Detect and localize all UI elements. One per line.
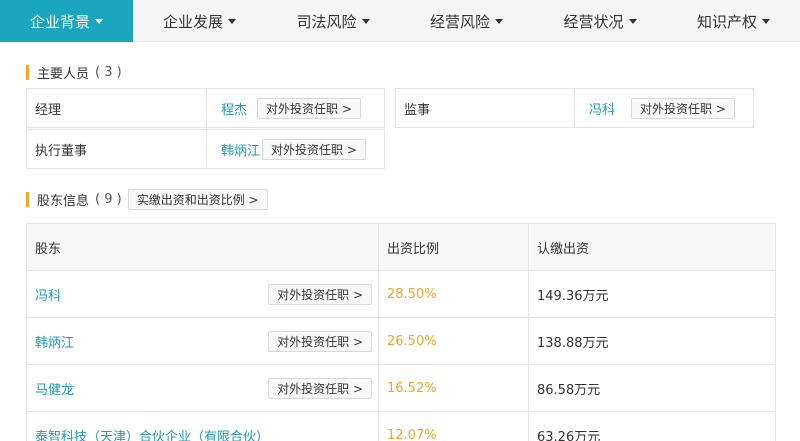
person-name[interactable]: 冯科 [589, 99, 615, 118]
person-card-supervisor: 监事 冯科 对外投资任职 > [395, 88, 754, 128]
caret-down-icon [628, 18, 637, 24]
outbound-investment-button[interactable]: 对外投资任职 > [268, 283, 372, 305]
tab-intellectual-property[interactable]: 知识产权 [667, 0, 800, 42]
outbound-investment-button[interactable]: 对外投资任职 > [631, 97, 735, 119]
shareholder-cell: 马健龙 对外投资任职 > [27, 365, 379, 411]
amount-cell: 138.88万元 [537, 335, 609, 351]
shareholder-name-link[interactable]: 泰智科技（天津）合伙企业（有限合伙） [35, 426, 269, 441]
outbound-investment-button[interactable]: 对外投资任职 > [262, 138, 366, 160]
amount-cell: 63.26万元 [537, 429, 601, 441]
person-name-link[interactable]: 程杰 对外投资任职 > [207, 89, 361, 127]
tab-operating-risk[interactable]: 经营风险 [400, 0, 533, 42]
outbound-investment-button[interactable]: 对外投资任职 > [268, 377, 372, 399]
column-header-shareholder: 股东 [27, 224, 379, 270]
ratio-cell: 28.50% [379, 271, 529, 317]
tab-label: 知识产权 [696, 12, 757, 31]
key-personnel-title: 主要人员 ( 3 ) [26, 63, 122, 82]
amount-cell: 149.36万元 [537, 288, 609, 304]
amount-cell: 86.58万元 [537, 382, 601, 398]
table-header-row: 股东 出资比例 认缴出资 [27, 224, 775, 271]
person-name[interactable]: 程杰 [221, 99, 247, 118]
table-row: 泰智科技（天津）合伙企业（有限合伙） 12.07% 63.26万元 [27, 412, 775, 441]
person-name-link[interactable]: 冯科 对外投资任职 > [575, 89, 735, 127]
section-count: ( 9 ) [95, 191, 122, 207]
shareholder-name-link[interactable]: 韩炳江 [35, 332, 74, 351]
person-role: 经理 [27, 89, 207, 127]
tab-judicial-risk[interactable]: 司法风险 [266, 0, 400, 42]
section-title-text: 主要人员 [37, 66, 90, 82]
section-count: ( 3 ) [95, 64, 122, 80]
shareholder-cell: 泰智科技（天津）合伙企业（有限合伙） [27, 412, 379, 441]
tab-label: 司法风险 [296, 12, 357, 31]
table-row: 韩炳江 对外投资任职 > 26.50% 138.88万元 [27, 318, 775, 365]
section-accent-bar [26, 64, 29, 80]
column-header-ratio: 出资比例 [379, 224, 529, 270]
outbound-investment-button[interactable]: 对外投资任职 > [257, 97, 361, 119]
person-role: 执行董事 [27, 130, 207, 168]
caret-down-icon [762, 18, 770, 24]
person-role: 监事 [396, 89, 575, 127]
person-card-manager: 经理 程杰 对外投资任职 > [26, 88, 385, 128]
caret-down-icon [95, 18, 103, 24]
shareholder-cell: 韩炳江 对外投资任职 > [27, 318, 379, 364]
shareholder-table: 股东 出资比例 认缴出资 冯科 对外投资任职 > 28.50% 149.36万元… [26, 223, 776, 441]
ratio-cell: 16.52% [379, 365, 529, 411]
shareholder-info-title: 股东信息 ( 9 ) 实缴出资和出资比例 > [26, 188, 268, 210]
caret-down-icon [228, 18, 236, 24]
shareholder-name-link[interactable]: 马健龙 [35, 379, 74, 398]
shareholder-cell: 冯科 对外投资任职 > [27, 271, 379, 317]
person-name[interactable]: 韩炳江 [221, 140, 260, 159]
ratio-cell: 12.07% [379, 412, 529, 441]
caret-down-icon [495, 18, 503, 24]
tab-enterprise-development[interactable]: 企业发展 [133, 0, 266, 42]
column-header-subscribed: 认缴出资 [537, 241, 590, 257]
table-row: 冯科 对外投资任职 > 28.50% 149.36万元 [27, 271, 775, 318]
top-nav: 企业背景 企业发展 司法风险 经营风险 经营状况 知识产权 [0, 0, 800, 42]
ratio-cell: 26.50% [379, 318, 529, 364]
shareholder-name-link[interactable]: 冯科 [35, 285, 61, 304]
person-name-link[interactable]: 韩炳江 对外投资任职 > [207, 130, 366, 168]
tab-label: 经营状况 [563, 12, 624, 31]
tab-label: 经营风险 [429, 12, 490, 31]
tab-operating-status[interactable]: 经营状况 [533, 0, 667, 42]
section-accent-bar [26, 191, 29, 207]
tab-label: 企业发展 [162, 12, 223, 31]
tab-label: 企业背景 [29, 12, 90, 31]
outbound-investment-button[interactable]: 对外投资任职 > [268, 330, 372, 352]
caret-down-icon [361, 18, 370, 24]
section-title-text: 股东信息 [37, 193, 90, 209]
paid-in-capital-button[interactable]: 实缴出资和出资比例 > [127, 188, 268, 210]
tab-enterprise-background[interactable]: 企业背景 [0, 0, 133, 42]
table-row: 马健龙 对外投资任职 > 16.52% 86.58万元 [27, 365, 775, 412]
person-card-executive-director: 执行董事 韩炳江 对外投资任职 > [26, 129, 385, 169]
